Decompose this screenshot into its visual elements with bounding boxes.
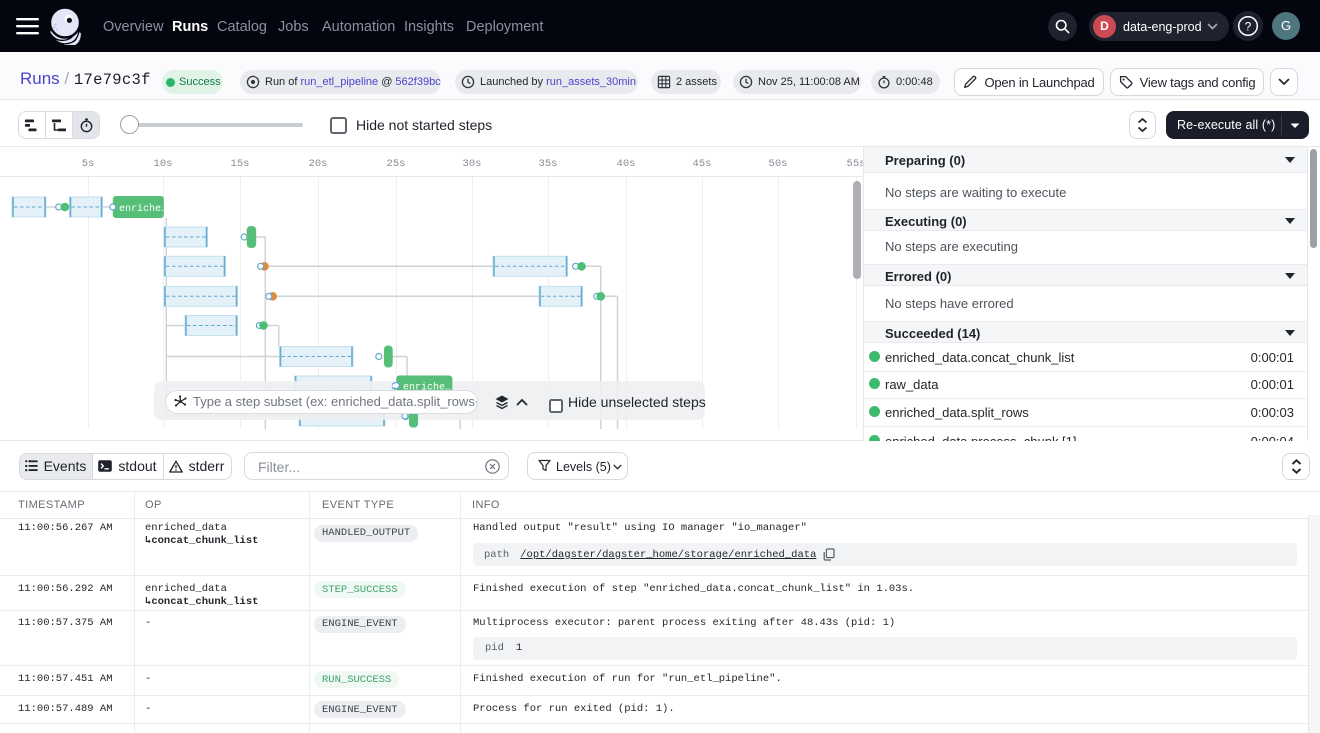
svg-text:50s: 50s bbox=[769, 158, 788, 170]
svg-text:20s: 20s bbox=[309, 158, 328, 170]
svg-text:40s: 40s bbox=[617, 158, 636, 170]
svg-text:45s: 45s bbox=[693, 158, 712, 170]
svg-text:5s: 5s bbox=[82, 158, 95, 170]
svg-text:25s: 25s bbox=[387, 158, 406, 170]
svg-text:10s: 10s bbox=[154, 158, 173, 170]
svg-text:?: ? bbox=[1245, 19, 1252, 33]
svg-text:55s: 55s bbox=[847, 158, 863, 170]
svg-text:15s: 15s bbox=[231, 158, 250, 170]
svg-text:35s: 35s bbox=[539, 158, 558, 170]
svg-text:30s: 30s bbox=[463, 158, 482, 170]
svg-text:enriche…: enriche… bbox=[119, 203, 167, 215]
